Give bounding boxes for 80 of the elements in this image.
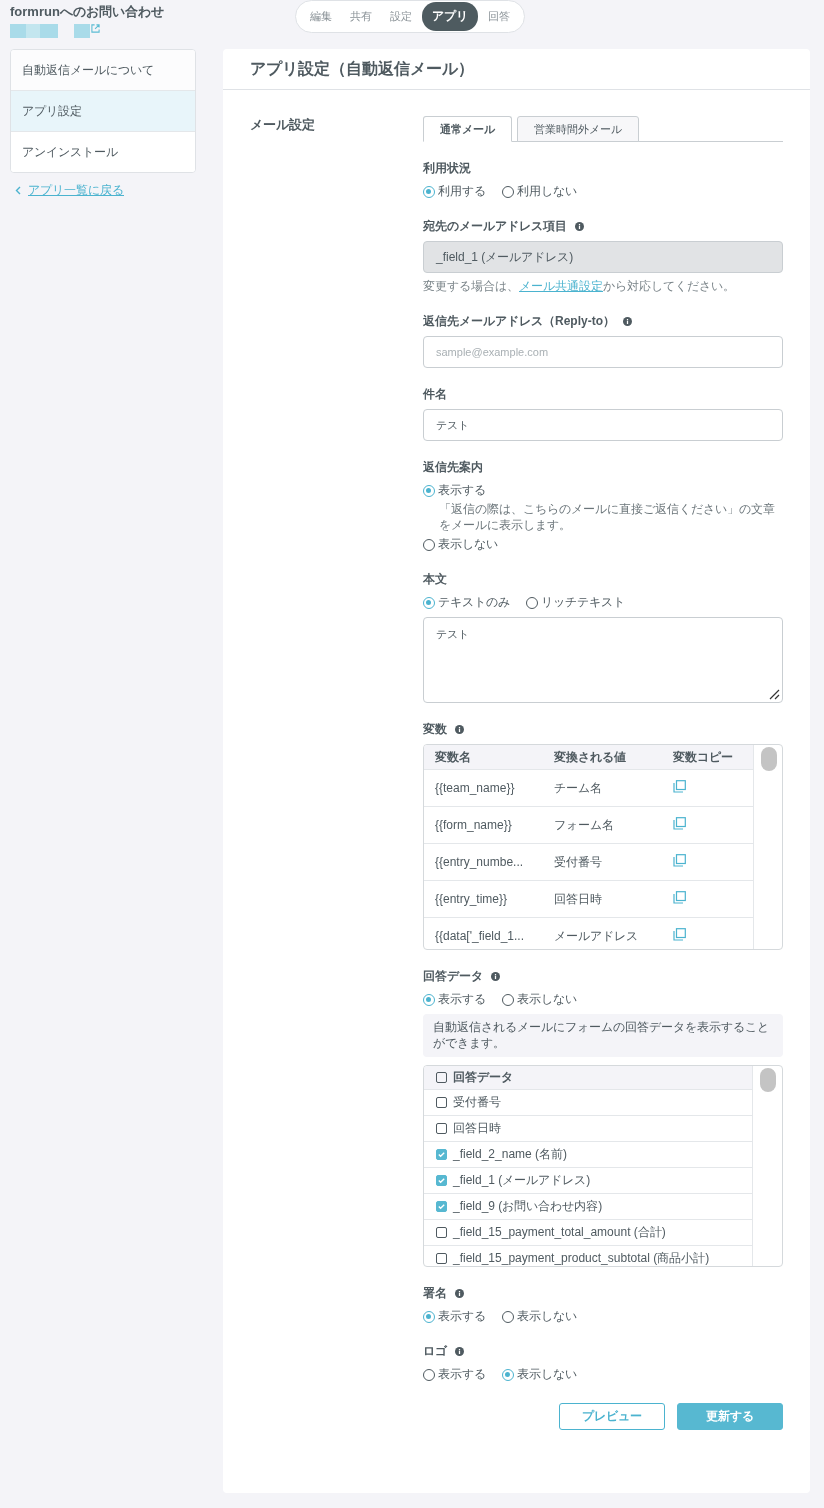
info-icon[interactable] [455,1347,464,1357]
field-label: 回答データ [423,968,483,986]
field-label: 署名 [423,1285,447,1303]
radio-option[interactable]: 表示する [423,1366,486,1384]
radio-option[interactable]: 利用する [423,183,486,200]
table-cell-text: {{entry_time}} [434,892,509,907]
info-icon[interactable] [455,725,464,735]
checkbox[interactable] [436,1149,447,1161]
info-icon[interactable] [491,972,500,982]
mail-tab[interactable]: 営業時間外メール [517,116,639,142]
radio-option[interactable]: 表示しない [502,1308,577,1326]
table-cell-text: チーム名 [553,779,603,797]
form-title: formrunへのお問い合わせ [10,3,164,21]
checkbox-label: 回答データ [453,1069,513,1087]
help-text: 変更する場合は、メール共通設定から対応してください。 [423,278,736,295]
table-cell-text: 回答日時 [553,890,603,908]
column-header: 変数コピー [672,748,734,766]
field-label: 返信先メールアドレス（Reply-to） [423,313,615,330]
redacted-block [40,24,58,38]
checkbox-label: 受付番号 [453,1094,501,1112]
nav-tab[interactable]: アプリ [422,2,478,31]
scrollbar-thumb[interactable] [760,747,777,772]
radio-option[interactable]: 表示しない [502,991,577,1009]
redacted-block [26,24,40,38]
readonly-field: _field_1 (メールアドレス) [423,241,783,273]
checkbox-label: _field_15_payment_total_amount (合計) [453,1224,666,1242]
radio-option[interactable]: 表示しない [423,536,783,554]
field-label: 利用状況 [423,160,471,177]
redacted-block [10,24,26,38]
table-cell-text: {{entry_numbe... [434,855,525,870]
column-header: 変数名 [434,748,472,766]
table-cell-text: {{data['_field_1... [434,929,526,944]
info-icon[interactable] [623,317,632,326]
table-cell-text: フォーム名 [553,816,615,834]
column-header: 変換される値 [553,748,627,766]
input-field[interactable]: テスト [423,409,783,441]
section-label: メール設定 [250,116,316,134]
option-note: 「返信の際は、こちらのメールに直接ご返信ください」の文章をメールに表示します。 [438,502,776,534]
scrollbar-thumb[interactable] [759,1068,776,1093]
field-label: 宛先のメールアドレス項目 [423,218,567,235]
textarea-field[interactable]: テスト [423,617,783,704]
field-label: 本文 [423,571,447,589]
input-field[interactable]: sample@example.com [423,336,783,368]
table-cell-text: メールアドレス [553,927,639,945]
checkbox[interactable] [436,1175,447,1187]
table-cell-text: 受付番号 [553,853,603,871]
table-cell-text: {{form_name}} [434,818,513,833]
checkbox-label: _field_9 (お問い合わせ内容) [453,1198,603,1216]
checkbox[interactable] [436,1227,447,1239]
mail-tab[interactable]: 通常メール [423,116,512,142]
sidebar-item[interactable]: アプリ設定 [11,91,195,132]
resize-grip-icon[interactable] [768,688,780,701]
sidebar-item[interactable]: 自動返信メールについて [11,50,195,91]
radio-option[interactable]: 表示する [423,991,486,1009]
radio-option[interactable]: テキストのみ [423,594,510,612]
checkbox-label: _field_2_name (名前) [453,1146,568,1164]
checkbox-label: _field_15_payment_product_subtotal (商品小計) [453,1250,710,1267]
info-icon[interactable] [455,1289,464,1299]
chevron-left-icon [15,186,21,195]
checkbox[interactable] [436,1201,447,1213]
field-label: ロゴ [423,1343,447,1361]
radio-option[interactable]: 表示しない [502,1366,577,1384]
radio-option[interactable]: 表示する [423,482,783,499]
radio-option[interactable]: リッチテキスト [526,594,625,612]
checkbox-label: _field_1 (メールアドレス) [453,1172,591,1190]
table-cell-text: {{team_name}} [434,781,516,796]
checkbox[interactable] [436,1097,447,1109]
info-notice: 自動返信されるメールにフォームの回答データを表示することができます。 [423,1014,783,1058]
info-icon[interactable] [575,222,584,231]
checkbox-label: 回答日時 [453,1120,501,1138]
checkbox[interactable] [436,1253,447,1265]
field-label: 件名 [423,386,447,403]
page-title: アプリ設定（自動返信メール） [250,58,474,79]
radio-option[interactable]: 利用しない [502,183,577,200]
checkbox[interactable] [436,1072,447,1084]
field-label: 変数 [423,721,447,739]
radio-option[interactable]: 表示する [423,1308,486,1326]
redacted-block [74,24,90,38]
checkbox[interactable] [436,1123,447,1135]
field-label: 返信先案内 [423,459,483,476]
